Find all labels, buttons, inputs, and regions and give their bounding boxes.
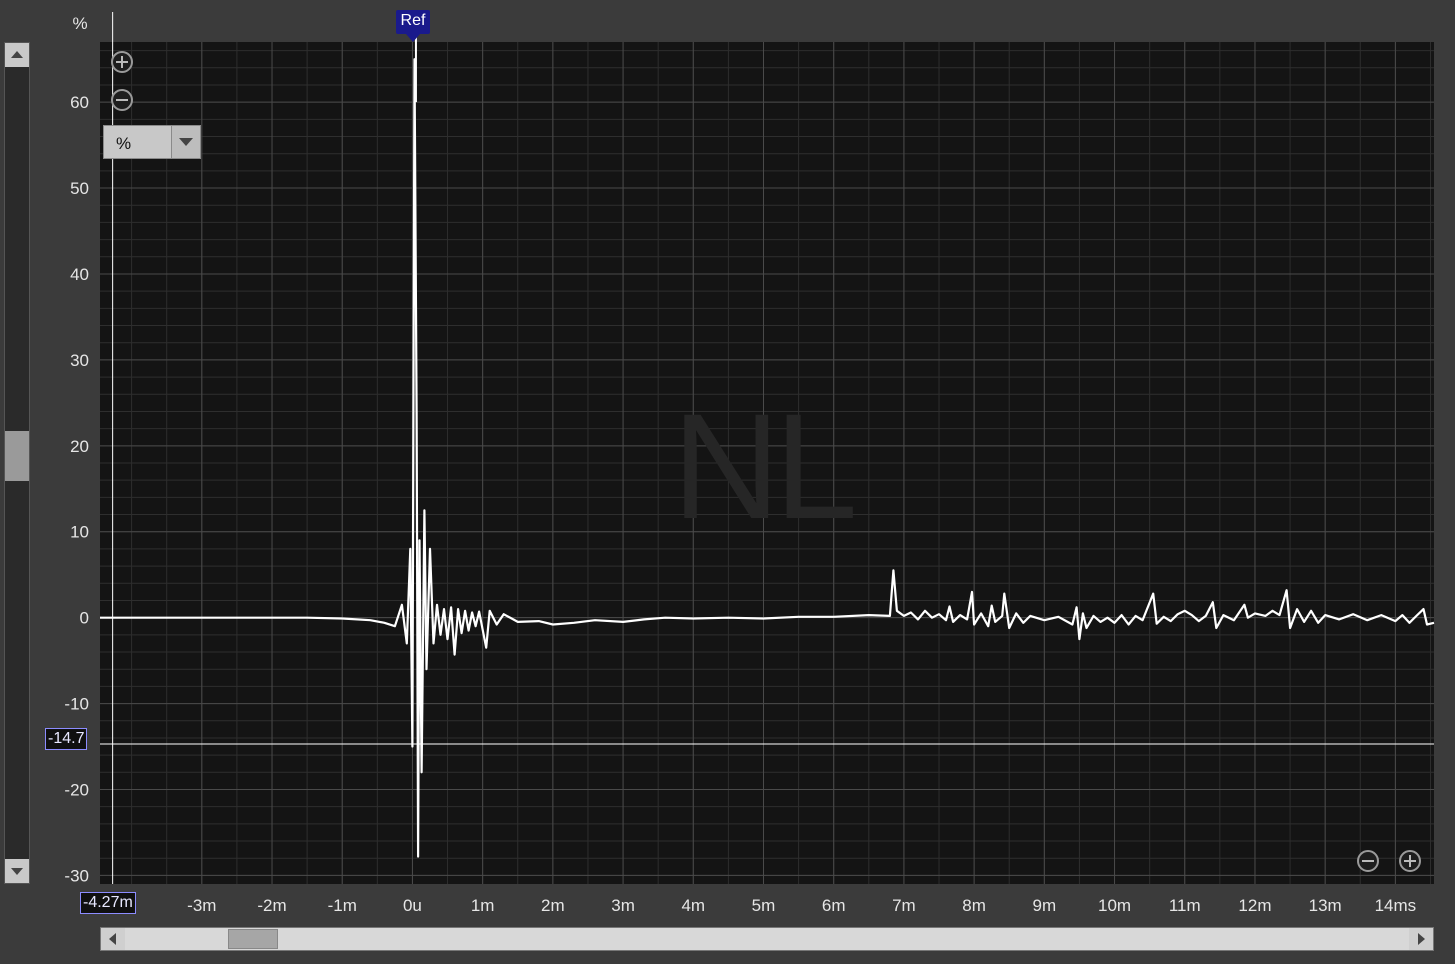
- x-axis: -3m -2m -1m 0u 1m 2m 3m 4m 5m 6m 7m 8m 9m 10m 11m 12m 13…: [187, 896, 1416, 915]
- y-tick-label: -10: [64, 695, 89, 714]
- ref-marker-flag[interactable]: Ref: [396, 10, 430, 42]
- y-tick-label: 10: [70, 523, 89, 542]
- x-tick-label: 4m: [681, 896, 705, 915]
- y-zoom-in-icon[interactable]: [111, 51, 133, 73]
- y-tick-label: -30: [64, 866, 89, 885]
- horizontal-scroll-thumb[interactable]: [228, 929, 278, 949]
- y-axis: 60 50 40 30 20 10 0 -10 -20 -30: [64, 93, 89, 885]
- x-tick-label: 3m: [611, 896, 635, 915]
- horizontal-scrollbar[interactable]: [100, 927, 1434, 951]
- y-tick-label: 50: [70, 179, 89, 198]
- vertical-scrollbar[interactable]: [4, 42, 30, 884]
- arrow-right-icon: [1418, 933, 1425, 945]
- unit-select[interactable]: %: [103, 125, 201, 159]
- x-tick-label: 11m: [1169, 896, 1201, 915]
- x-tick-label: 2m: [541, 896, 565, 915]
- y-tick-label: 60: [70, 93, 89, 112]
- x-zoom-out-icon[interactable]: [1357, 850, 1379, 872]
- x-zoom-in-icon[interactable]: [1399, 850, 1421, 872]
- scroll-down-button[interactable]: [5, 859, 29, 883]
- cursor-y-readout: -14.7: [45, 728, 88, 750]
- vertical-scroll-thumb[interactable]: [5, 431, 29, 481]
- y-zoom-out-icon[interactable]: [111, 89, 133, 111]
- cursor-x-readout: -4.27m: [80, 892, 136, 914]
- x-tick-label: 14ms: [1375, 896, 1417, 915]
- y-tick-label: 30: [70, 351, 89, 370]
- y-axis-label: %: [72, 14, 87, 33]
- x-tick-label: 12m: [1238, 896, 1271, 915]
- y-tick-label: 20: [70, 437, 89, 456]
- x-tick-label: -1m: [328, 896, 357, 915]
- x-tick-label: 10m: [1098, 896, 1131, 915]
- scroll-up-button[interactable]: [5, 43, 29, 67]
- arrow-left-icon: [109, 933, 116, 945]
- y-tick-label: 40: [70, 265, 89, 284]
- unit-select-value: %: [116, 134, 132, 153]
- x-tick-label: 9m: [1033, 896, 1057, 915]
- y-tick-label: 0: [80, 609, 89, 628]
- x-tick-label: 1m: [471, 896, 495, 915]
- x-tick-label: 6m: [822, 896, 846, 915]
- arrow-up-icon: [11, 51, 23, 58]
- scroll-left-button[interactable]: [101, 928, 125, 950]
- chevron-down-icon[interactable]: [171, 126, 200, 158]
- watermark: NL: [672, 382, 858, 550]
- x-tick-label: 0u: [403, 896, 422, 915]
- x-tick-label: -3m: [187, 896, 216, 915]
- arrow-down-icon: [11, 868, 23, 875]
- x-tick-label: 8m: [962, 896, 986, 915]
- x-tick-label: -2m: [257, 896, 286, 915]
- x-tick-label: 7m: [892, 896, 916, 915]
- x-tick-label: 13m: [1309, 896, 1342, 915]
- scroll-right-button[interactable]: [1409, 928, 1433, 950]
- y-tick-label: -20: [64, 780, 89, 799]
- x-tick-label: 5m: [752, 896, 776, 915]
